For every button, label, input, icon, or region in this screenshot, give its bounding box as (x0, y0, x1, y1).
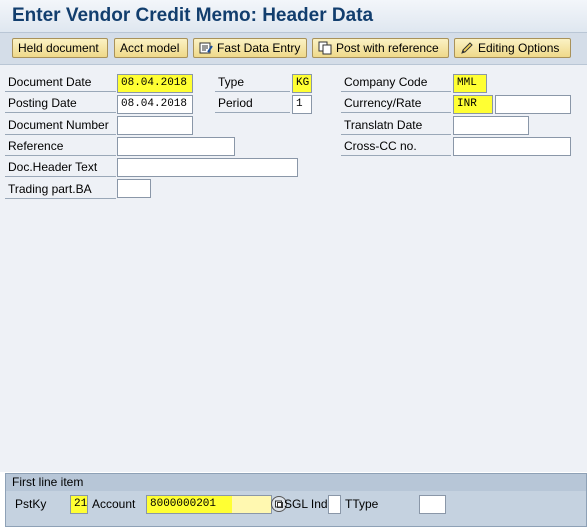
trading-part-ba-label: Trading part.BA (5, 181, 116, 199)
type-field[interactable]: KG (292, 74, 312, 93)
editing-options-button[interactable]: Editing Options (454, 38, 571, 58)
first-line-item-title: First line item (6, 474, 586, 491)
currency-field[interactable]: INR (453, 95, 493, 114)
copy-document-icon (318, 41, 332, 55)
first-line-item-panel: First line item PstKy 21 Account 8000000… (5, 473, 587, 527)
trading-part-ba-field[interactable] (117, 179, 151, 198)
post-with-reference-label: Post with reference (336, 41, 439, 55)
account-field[interactable]: 8000000201 (146, 495, 272, 514)
doc-header-text-field[interactable] (117, 158, 298, 177)
ttype-label: TType (345, 497, 379, 511)
posting-date-field[interactable]: 08.04.2018 (117, 95, 193, 114)
reference-field[interactable] (117, 137, 235, 156)
pencil-icon (461, 42, 473, 54)
ttype-field[interactable] (419, 495, 446, 514)
reference-label: Reference (5, 138, 116, 156)
posting-date-label: Posting Date (5, 95, 116, 113)
fast-entry-icon (199, 42, 213, 54)
acct-model-label: Acct model (120, 41, 180, 55)
title-bar: Enter Vendor Credit Memo: Header Data (0, 0, 587, 33)
type-label: Type (215, 74, 290, 92)
document-date-field[interactable]: 08.04.2018 (117, 74, 193, 93)
account-label: Account (92, 497, 136, 511)
company-code-label: Company Code (341, 74, 451, 92)
company-code-field[interactable]: MML (453, 74, 487, 93)
held-document-label: Held document (18, 41, 99, 55)
translatn-date-field[interactable] (453, 116, 529, 135)
currency-rate-label: Currency/Rate (341, 95, 451, 113)
period-field[interactable]: 1 (292, 95, 312, 114)
editing-options-label: Editing Options (478, 41, 560, 55)
cross-cc-no-label: Cross-CC no. (341, 138, 451, 156)
fast-data-entry-button[interactable]: Fast Data Entry (193, 38, 307, 58)
document-date-label: Document Date (5, 74, 116, 92)
cross-cc-no-field[interactable] (453, 137, 571, 156)
sgl-ind-field[interactable] (328, 495, 341, 514)
post-with-reference-button[interactable]: Post with reference (312, 38, 449, 58)
fast-data-entry-label: Fast Data Entry (217, 41, 301, 55)
period-label: Period (215, 95, 290, 113)
sgl-ind-label: SGL Ind (284, 497, 328, 511)
exchange-rate-field[interactable] (495, 95, 571, 114)
page-title: Enter Vendor Credit Memo: Header Data (12, 5, 374, 26)
document-number-label: Document Number (5, 117, 116, 135)
pstky-field[interactable]: 21 (70, 495, 88, 514)
translatn-date-label: Translatn Date (341, 117, 451, 135)
application-toolbar: Held document Acct model Fast Data Entry… (0, 33, 587, 65)
acct-model-button[interactable]: Acct model (114, 38, 188, 58)
held-document-button[interactable]: Held document (12, 38, 108, 58)
doc-header-text-label: Doc.Header Text (5, 159, 116, 177)
document-number-field[interactable] (117, 116, 193, 135)
pstky-label: PstKy (15, 497, 47, 511)
